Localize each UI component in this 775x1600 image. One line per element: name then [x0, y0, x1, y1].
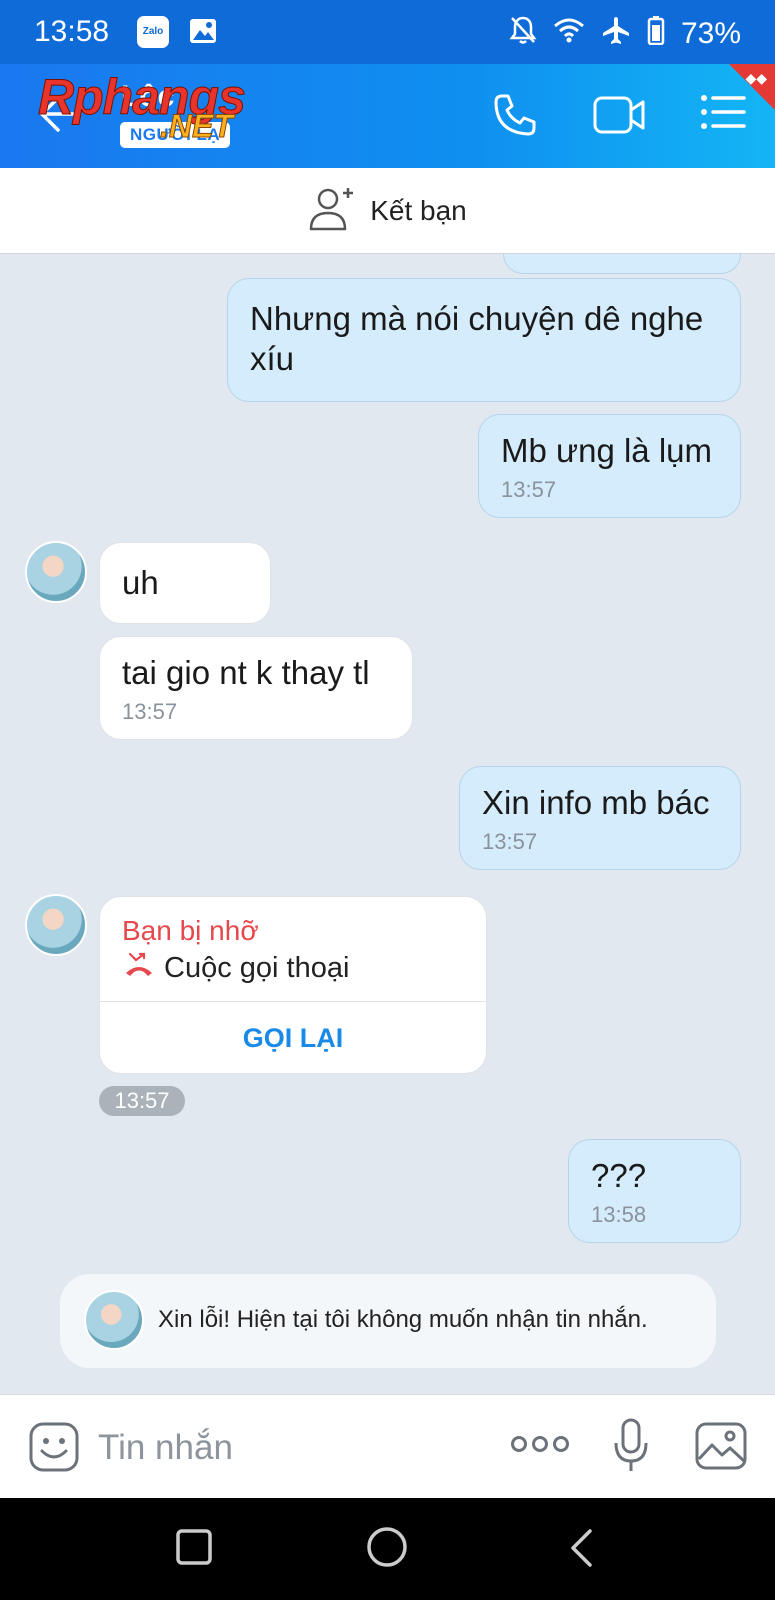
add-friend-button[interactable]: Kết bạn: [0, 168, 775, 254]
status-time: 13:58: [34, 15, 110, 48]
image-icon[interactable]: [694, 1421, 748, 1476]
message-bubble-out[interactable]: ??? 13:58: [568, 1139, 741, 1243]
phone-icon[interactable]: [492, 92, 538, 143]
home-icon[interactable]: [366, 1526, 408, 1573]
message-bubble-in[interactable]: uh: [99, 542, 271, 624]
add-friend-label: Kết bạn: [370, 194, 467, 226]
missed-call-time: 13:57: [99, 1086, 185, 1116]
wifi-icon: [553, 17, 585, 51]
add-person-icon: [308, 185, 356, 236]
message-bubble-out[interactable]: Xin info mb bác 13:57: [459, 766, 741, 870]
avatar[interactable]: [25, 894, 87, 956]
auto-reply-notice: Xin lỗi! Hiện tại tôi không muốn nhận ti…: [60, 1274, 716, 1368]
message-text: ???: [591, 1157, 647, 1194]
missed-call-title: Bạn bị nhỡ: [122, 915, 259, 946]
message-text: Nhưng mà nói chuyện dê nghe xíu: [250, 300, 704, 377]
message-text: uh: [122, 564, 159, 601]
missed-call-type: Cuộc gọi thoại: [122, 951, 349, 985]
notice-text: Xin lỗi! Hiện tại tôi không muốn nhận ti…: [158, 1306, 648, 1333]
message-time: 13:57: [122, 699, 178, 724]
recents-icon[interactable]: [175, 1528, 213, 1571]
emoji-icon[interactable]: [28, 1421, 80, 1478]
avatar[interactable]: [25, 541, 87, 603]
message-bubble-in[interactable]: tai gio nt k thay tl 13:57: [99, 636, 413, 740]
message-time: 13:57: [501, 477, 557, 502]
message-text: Xin info mb bác: [482, 784, 710, 821]
more-icon[interactable]: [510, 1433, 570, 1460]
call-back-button[interactable]: GỌI LẠI: [100, 1002, 486, 1074]
navigation-bar: [0, 1498, 775, 1600]
status-bar: 13:58 Zalo 73%: [0, 0, 775, 64]
message-bubble-partial: [503, 254, 741, 274]
message-bubble-out[interactable]: Nhưng mà nói chuyện dê nghe xíu: [227, 278, 741, 402]
mute-icon: [509, 15, 537, 53]
mic-icon[interactable]: [612, 1417, 650, 1480]
message-text: Mb ưng là lụm: [501, 432, 713, 469]
avatar: [84, 1290, 144, 1350]
message-input[interactable]: [98, 1423, 478, 1473]
back-icon[interactable]: [568, 1528, 594, 1573]
message-text: tai gio nt k thay tl: [122, 654, 370, 691]
video-icon[interactable]: [592, 92, 646, 143]
message-input-bar: [0, 1394, 775, 1498]
watermark-net: .NET: [160, 108, 234, 145]
message-bubble-out[interactable]: Mb ưng là lụm 13:57: [478, 414, 741, 518]
missed-call-card: Bạn bị nhỡ Cuộc gọi thoại GỌI LẠI: [99, 896, 487, 1074]
gallery-icon: [188, 16, 218, 51]
missed-call-icon: [122, 951, 156, 985]
gem-icon: ◆◆: [745, 70, 767, 86]
battery-icon: [647, 15, 665, 53]
message-time: 13:58: [591, 1202, 647, 1227]
zalo-icon: Zalo: [137, 16, 169, 48]
missed-call-label: Cuộc gọi thoại: [164, 951, 350, 984]
chat-area[interactable]: Nhưng mà nói chuyện dê nghe xíu Mb ưng l…: [0, 254, 775, 1394]
message-time: 13:57: [482, 829, 538, 854]
battery-percent: 73%: [680, 17, 741, 50]
airplane-icon: [601, 15, 631, 53]
chat-header: Lộc NGƯỜI LẠ Rphangs .NET: [0, 64, 775, 168]
